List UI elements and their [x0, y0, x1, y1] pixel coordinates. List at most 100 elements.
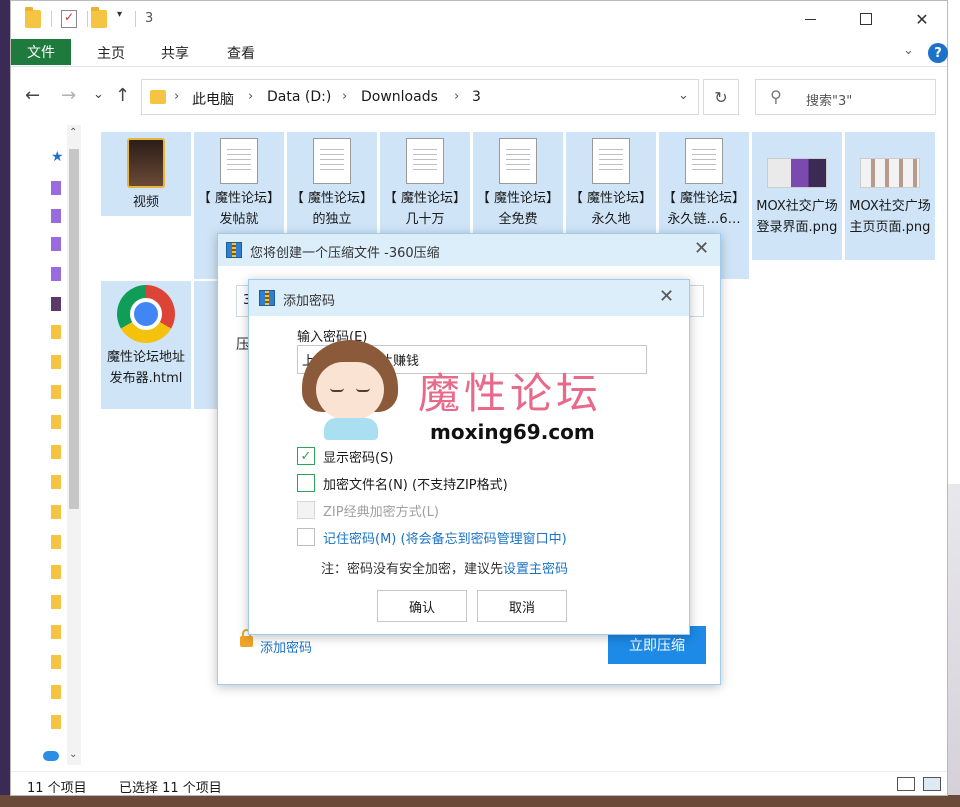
folder-icon[interactable]: [51, 655, 61, 669]
details-view-icon[interactable]: [897, 777, 915, 791]
folder-icon[interactable]: [51, 355, 61, 369]
folder-icon[interactable]: [51, 595, 61, 609]
back-arrow-icon[interactable]: ←: [25, 85, 40, 106]
search-placeholder: 搜索"3": [806, 94, 853, 109]
image-file-icon: [767, 158, 827, 188]
onedrive-icon[interactable]: [43, 751, 59, 761]
navigation-scrollbar[interactable]: ⌃ ⌄: [67, 125, 81, 765]
folder-icon[interactable]: [51, 625, 61, 639]
breadcrumb-separator[interactable]: ›: [454, 89, 459, 104]
close-icon[interactable]: ✕: [659, 286, 674, 307]
tab-file[interactable]: 文件: [11, 39, 71, 65]
confirm-button[interactable]: 确认: [377, 590, 467, 622]
refresh-button[interactable]: ↻: [703, 79, 739, 115]
nav-item-icon[interactable]: [51, 209, 61, 223]
tab-home[interactable]: 主页: [97, 43, 125, 63]
file-name: 【 魔性论坛】全免费: [476, 191, 560, 227]
folder-icon: [150, 90, 166, 104]
quick-access-dropdown-icon[interactable]: ▾: [117, 9, 122, 20]
breadcrumb-separator[interactable]: ›: [342, 89, 347, 104]
folder-icon[interactable]: [51, 685, 61, 699]
add-password-dialog: 添加密码 ✕ 输入密码(E) ✓ 显示密码(S) 加密文件名(N) (不支持ZI…: [248, 279, 690, 635]
window-title: 3: [145, 11, 154, 26]
ribbon-collapse-icon[interactable]: ⌄: [903, 43, 914, 58]
image-file-icon: [860, 158, 920, 188]
watermark-mascot: [302, 340, 398, 440]
up-arrow-icon[interactable]: ↑: [115, 85, 130, 106]
help-icon[interactable]: ?: [928, 43, 948, 63]
close-icon[interactable]: ✕: [694, 238, 709, 259]
properties-icon[interactable]: [61, 10, 77, 28]
quick-access-separator: [51, 11, 52, 27]
remember-password-label: 记住密码(M) (将会备忘到密码管理窗口中): [323, 531, 567, 547]
watermark-url: moxing69.com: [430, 420, 595, 444]
folder-icon[interactable]: [51, 505, 61, 519]
nav-item-icon[interactable]: [51, 181, 61, 195]
mascot-body: [324, 418, 378, 440]
folder-icon[interactable]: [51, 445, 61, 459]
status-bar: 11 个项目 已选择 11 个项目: [11, 771, 947, 797]
title-bar: ▾ 3 ✕: [11, 1, 947, 37]
folder-icon[interactable]: [51, 325, 61, 339]
scroll-down-icon[interactable]: ⌄: [69, 749, 77, 760]
folder-icon[interactable]: [51, 535, 61, 549]
show-password-option[interactable]: ✓ 显示密码(S): [297, 446, 393, 466]
address-bar[interactable]: › 此电脑 › Data (D:) › Downloads › 3 ⌄: [141, 79, 699, 115]
maximize-button[interactable]: [843, 1, 889, 37]
breadcrumb-this-pc[interactable]: 此电脑: [192, 89, 234, 109]
breadcrumb-separator[interactable]: ›: [248, 89, 253, 104]
new-folder-icon[interactable]: [91, 7, 107, 28]
breadcrumb-current-folder[interactable]: 3: [472, 89, 481, 105]
lock-icon: [240, 629, 253, 647]
dialog-title: 您将创建一个压缩文件 -360压缩: [250, 246, 440, 261]
breadcrumb-downloads[interactable]: Downloads: [361, 89, 438, 105]
file-name: MOX社交广场登录界面.png: [756, 199, 838, 235]
scrollbar-thumb[interactable]: [69, 149, 79, 509]
encrypt-filenames-checkbox[interactable]: [297, 474, 315, 492]
recent-locations-icon[interactable]: ⌄: [93, 87, 104, 102]
quick-access-pin-icon[interactable]: ★: [51, 149, 64, 165]
file-item[interactable]: 魔性论坛地址发布器.html: [101, 281, 191, 409]
mascot-eye: [330, 388, 344, 392]
remember-password-checkbox[interactable]: [297, 528, 315, 546]
text-file-icon: [592, 138, 630, 184]
file-name: 【 魔性论坛】几十万: [383, 191, 467, 227]
large-icons-view-icon[interactable]: [923, 777, 941, 791]
forward-arrow-icon[interactable]: →: [61, 85, 76, 106]
folder-icon[interactable]: [51, 715, 61, 729]
folder-icon: [25, 7, 41, 28]
add-password-link[interactable]: 添加密码: [260, 637, 312, 656]
file-item[interactable]: MOX社交广场登录界面.png: [752, 132, 842, 260]
file-item[interactable]: MOX社交广场主页页面.png: [845, 132, 935, 260]
encrypt-filenames-option[interactable]: 加密文件名(N) (不支持ZIP格式): [297, 473, 508, 493]
folder-icon[interactable]: [51, 415, 61, 429]
item-count: 11 个项目: [27, 781, 87, 796]
set-master-password-link[interactable]: 设置主密码: [503, 562, 568, 577]
minimize-button[interactable]: [787, 1, 833, 37]
folder-icon[interactable]: [51, 385, 61, 399]
folder-icon[interactable]: [51, 565, 61, 579]
address-history-dropdown-icon[interactable]: ⌄: [678, 88, 689, 103]
dialog-title-bar: 您将创建一个压缩文件 -360压缩 ✕: [218, 234, 720, 266]
folder-icon[interactable]: [51, 475, 61, 489]
close-button[interactable]: ✕: [899, 1, 945, 37]
search-input[interactable]: ⚲ 搜索"3": [755, 79, 936, 115]
breadcrumb-data-drive[interactable]: Data (D:): [267, 89, 331, 105]
nav-item-icon[interactable]: [51, 267, 61, 281]
ribbon: 文件 主页 共享 查看 ⌄ ?: [11, 39, 948, 67]
scroll-up-icon[interactable]: ⌃: [69, 127, 77, 138]
tab-view[interactable]: 查看: [227, 43, 255, 63]
file-name: MOX社交广场主页页面.png: [849, 199, 931, 235]
zip-icon: [259, 290, 275, 306]
nav-item-icon[interactable]: [51, 297, 61, 311]
nav-item-icon[interactable]: [51, 237, 61, 251]
show-password-checkbox[interactable]: ✓: [297, 447, 315, 465]
zip-icon: [226, 242, 242, 258]
file-item[interactable]: 视频: [101, 132, 191, 216]
chrome-icon: [117, 285, 175, 343]
security-note-text: 注：密码没有安全加密，建议先: [321, 562, 504, 577]
tab-share[interactable]: 共享: [161, 43, 189, 63]
zip-classic-option: ZIP经典加密方式(L): [297, 500, 439, 520]
remember-password-option[interactable]: 记住密码(M) (将会备忘到密码管理窗口中): [297, 527, 567, 547]
cancel-button[interactable]: 取消: [477, 590, 567, 622]
